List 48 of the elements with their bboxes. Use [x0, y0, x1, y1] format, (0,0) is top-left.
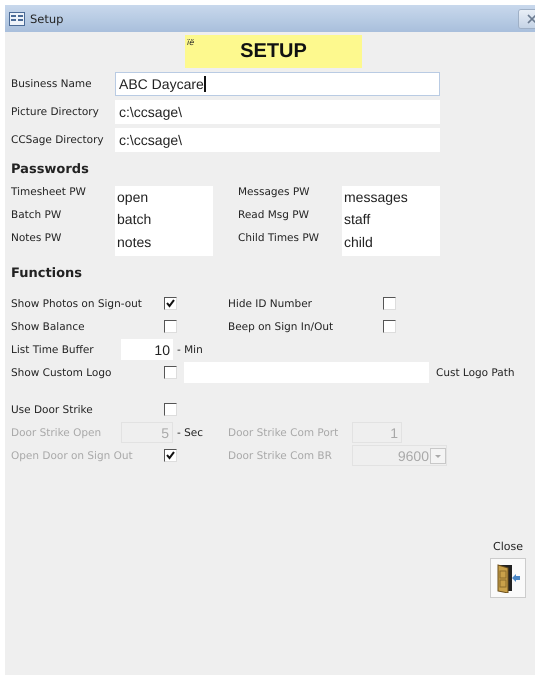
option-label: Use Door Strike: [11, 404, 94, 416]
password-label: Notes PW: [11, 232, 62, 246]
field-label: Business Name: [11, 78, 93, 90]
password-label: Messages PW: [238, 186, 311, 200]
checkbox[interactable]: [164, 320, 177, 333]
password-field[interactable]: open: [117, 189, 213, 212]
form-icon: [9, 12, 25, 26]
password-field[interactable]: staff: [344, 211, 440, 234]
option-label: Open Door on Sign Out: [11, 450, 134, 462]
text-field[interactable]: c:\ccsage\: [115, 100, 440, 124]
option-label: List Time Buffer: [11, 344, 95, 356]
checkbox[interactable]: [164, 297, 177, 310]
unit-label: - Min: [177, 344, 203, 356]
number-field[interactable]: 10: [121, 339, 173, 360]
password-label: Read Msg PW: [238, 209, 310, 223]
password-field[interactable]: notes: [117, 234, 213, 256]
door-exit-icon: [495, 563, 521, 593]
option-label: Hide ID Number: [228, 298, 313, 310]
close-button[interactable]: [490, 558, 526, 598]
option-label: Show Custom Logo: [11, 366, 112, 378]
option-label: Door Strike Com Port: [228, 426, 340, 438]
text-field[interactable]: ABC Daycare: [115, 72, 440, 96]
section-heading: Functions: [11, 266, 84, 283]
text-field[interactable]: c:\ccsage\: [115, 128, 440, 152]
checkbox[interactable]: [383, 320, 396, 333]
option-label: Beep on Sign In/Out: [228, 320, 334, 332]
logo-path-label: Cust Logo Path: [436, 366, 514, 378]
option-label: Door Strike Open: [11, 426, 102, 438]
password-field[interactable]: batch: [117, 211, 213, 234]
checkbox[interactable]: [383, 297, 396, 310]
banner-mark: ïë: [187, 38, 194, 47]
window-title: Setup: [30, 12, 64, 26]
field-label: Picture Directory: [11, 106, 100, 118]
password-field[interactable]: messages: [344, 189, 440, 212]
checkbox[interactable]: [164, 366, 177, 379]
password-label: Batch PW: [11, 209, 62, 223]
password-label: Timesheet PW: [11, 186, 87, 200]
section-heading: Passwords: [11, 162, 90, 179]
password-field[interactable]: child: [344, 234, 440, 256]
option-label: Show Photos on Sign-out: [11, 298, 143, 310]
checkbox[interactable]: [164, 403, 177, 416]
unit-label: - Sec: [177, 426, 204, 438]
close-label: Close: [493, 540, 523, 553]
option-label: Show Balance: [11, 320, 86, 332]
field-label: CCSage Directory: [11, 134, 105, 146]
password-label: Child Times PW: [238, 232, 320, 246]
option-label: Door Strike Com BR: [228, 450, 333, 462]
banner-title: SETUP: [240, 40, 307, 63]
